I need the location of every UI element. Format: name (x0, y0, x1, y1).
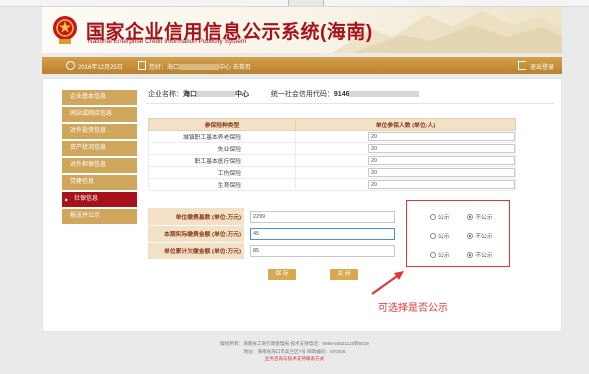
site-subtitle: National Enterprise Credit Information P… (88, 38, 247, 45)
finance-row: 本期实际缴费金额 (单位:万元) (148, 225, 408, 243)
insurance-type: 职工基本医疗保险 (148, 154, 296, 167)
browser-scroll-fragment (288, 0, 324, 6)
credit-code-start: 9146 (333, 91, 350, 98)
annotation-arrow-icon (371, 271, 404, 295)
sidebar-item-label: 网站或网店信息 (70, 111, 113, 117)
sidebar-item-label: 资产状况信息 (70, 145, 107, 151)
finance-table: 单位缴费基数 (单位:万元) 本期实际缴费金额 (单位:万元) 单位累计欠缴金额… (148, 208, 408, 260)
sidebar-item-submit-publish[interactable]: 报送并公示 (62, 209, 137, 224)
insured-count-input[interactable] (368, 180, 515, 189)
sidebar-item-label: 企业基本信息 (70, 94, 107, 100)
footer-copyright: 版权所有：海南省工商行政管理局 技术支持电话：0898-66521115转801… (220, 341, 369, 346)
divider (146, 103, 554, 104)
insured-count-input[interactable] (368, 144, 515, 153)
sidebar-item-basic-info[interactable]: 企业基本信息 (62, 90, 137, 105)
actual-payment-input[interactable] (250, 227, 395, 240)
actual-payment-label: 本期实际缴费金额 (单位:万元) (148, 225, 244, 243)
sidebar-item-label: 党建信息 (70, 179, 95, 185)
user-icon (138, 61, 146, 70)
highlight-box (406, 200, 510, 267)
table-row: 工伤保险 (148, 166, 516, 179)
current-date: 2016年12月25日 (78, 65, 123, 71)
national-emblem-icon (53, 16, 77, 44)
info-bar: 2016年12月25日 您好：海口 中心 去首页 退出登录 (42, 57, 562, 74)
table-row: 失业保险 (148, 142, 516, 155)
home-link[interactable]: 去首页 (231, 65, 251, 71)
table-row: 职工基本医疗保险 (148, 154, 516, 167)
site-banner: 国家企业信用信息公示系统(海南) National Enterprise Cre… (42, 7, 562, 53)
arrears-input[interactable] (250, 244, 395, 257)
column-header-count: 单位参保人数 (单位:人) (295, 118, 516, 131)
table-header-row: 参保险种类型 单位参保人数 (单位:人) (148, 118, 516, 131)
insurance-table: 参保险种类型 单位参保人数 (单位:人) 城镇职工基本养老保险 失业保险 职工基… (148, 118, 516, 191)
sidebar-item-label: 对外投资信息 (70, 128, 107, 134)
insurance-type: 生育保险 (148, 178, 296, 191)
sidebar-item-social-insurance[interactable]: 社保信息 (62, 192, 137, 207)
redacted-company (197, 91, 235, 98)
footer-address: 地址：海南省海口市美兰区7号 邮政编码：570206 (243, 348, 346, 354)
finance-row: 单位累计欠缴金额 (单位:万元) (148, 242, 408, 260)
sidebar-item-label: 对外担保信息 (70, 162, 107, 168)
contribution-base-label: 单位缴费基数 (单位:万元) (148, 208, 244, 226)
company-name-label: 企业名称： (148, 91, 183, 98)
account-prefix: 您好：海口 (149, 65, 180, 71)
logout-link[interactable]: 退出登录 (530, 62, 554, 71)
sidebar-item-guarantee-info[interactable]: 对外担保信息 (62, 158, 137, 173)
sidebar-item-website-info[interactable]: 网站或网店信息 (62, 107, 137, 122)
column-header-type: 参保险种类型 (148, 118, 296, 131)
table-row: 生育保险 (148, 178, 516, 191)
company-info-line: 企业名称：海口 中心 统一社会信用代码：9146 (148, 89, 420, 99)
sidebar-item-label: 报送并公示 (70, 213, 101, 219)
page-footer: 版权所有：海南省工商行政管理局 技术支持电话：0898-66521115转801… (0, 340, 589, 363)
sidebar-item-assets-info[interactable]: 资产状况信息 (62, 141, 137, 156)
table-row: 城镇职工基本养老保险 (148, 130, 516, 143)
annotation-text: 可选择是否公示 (378, 303, 448, 314)
browser-top-strip (0, 0, 589, 7)
footer-contact-link[interactable]: 业务咨询与技术支持联系方式 (0, 355, 589, 363)
insurance-type: 失业保险 (148, 142, 296, 155)
company-name-end: 中心 (235, 91, 249, 98)
finance-row: 单位缴费基数 (单位:万元) (148, 208, 408, 226)
sidebar-item-investment-info[interactable]: 对外投资信息 (62, 124, 137, 139)
account-middle: 中心 (219, 65, 232, 71)
sidebar-item-label: 社保信息 (74, 196, 99, 202)
redacted-name (179, 64, 220, 71)
insurance-type: 城镇职工基本养老保险 (148, 130, 296, 143)
arrears-label: 单位累计欠缴金额 (单位:万元) (148, 242, 244, 260)
redacted-code (349, 91, 420, 98)
insured-count-input[interactable] (368, 132, 515, 141)
clock-icon (66, 61, 75, 70)
logout-icon[interactable] (518, 61, 526, 70)
contribution-base-input[interactable] (250, 210, 395, 223)
company-name-start: 海口 (183, 91, 197, 98)
close-button[interactable]: 关 闭 (330, 269, 358, 280)
account-greeting: 您好：海口 中心 去首页 (149, 62, 251, 71)
sidebar-nav: 企业基本信息 网站或网店信息 对外投资信息 资产状况信息 对外担保信息 党建信息… (62, 90, 137, 226)
credit-code-label: 统一社会信用代码： (270, 91, 334, 98)
insured-count-input[interactable] (368, 156, 515, 165)
insurance-type: 工伤保险 (148, 166, 296, 179)
sidebar-item-party-info[interactable]: 党建信息 (62, 175, 137, 190)
insured-count-input[interactable] (368, 168, 515, 177)
save-button[interactable]: 保 存 (268, 269, 296, 280)
